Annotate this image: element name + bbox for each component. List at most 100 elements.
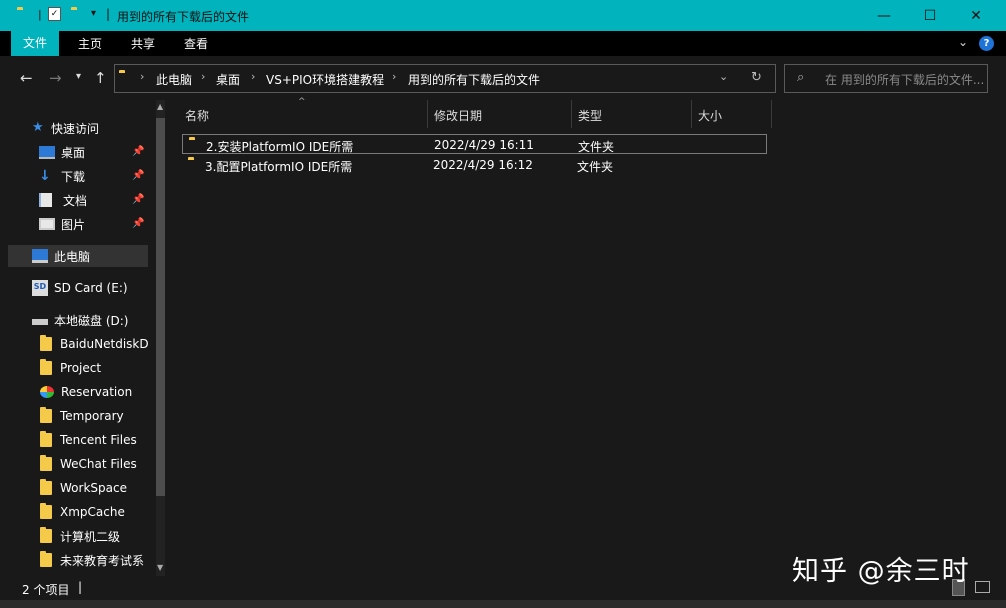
column-divider[interactable] — [691, 100, 692, 128]
forward-arrow-icon[interactable]: → — [49, 69, 62, 87]
scroll-down-icon[interactable]: ▼ — [157, 563, 163, 572]
table-row[interactable]: 2.安装PlatformIO IDE所需 2022/4/29 16:11 文件夹 — [182, 134, 767, 154]
minimize-icon: — — [877, 7, 891, 24]
scroll-up-icon[interactable]: ▲ — [157, 102, 163, 111]
sidebar-item-folder[interactable]: WeChat Files — [40, 453, 165, 475]
column-header-name[interactable]: 名称 — [185, 107, 209, 124]
folder-icon — [40, 431, 52, 447]
divider-icon: | — [38, 8, 42, 21]
sidebar-item-label: Project — [60, 361, 102, 375]
recent-locations-icon[interactable]: ▾ — [76, 71, 81, 82]
column-divider[interactable] — [571, 100, 572, 128]
divider-icon: | — [106, 7, 111, 21]
taskbar-strip — [0, 600, 1006, 608]
title-bar: | ✓ ▾ | 用到的所有下载后的文件 — ☐ ✕ — [0, 0, 1006, 31]
up-arrow-icon[interactable]: ↑ — [94, 69, 107, 87]
file-list: ^ 名称 修改日期 类型 大小 2.安装PlatformIO IDE所需 202… — [165, 97, 1006, 576]
search-icon: ⌕ — [797, 70, 805, 85]
file-date: 2022/4/29 16:11 — [434, 138, 534, 152]
close-icon: ✕ — [970, 7, 982, 24]
search-box[interactable]: ⌕ 在 用到的所有下载后的文件... — [784, 64, 988, 93]
expand-ribbon-icon[interactable]: ⌄ — [958, 35, 968, 49]
sidebar-item-quick-access[interactable]: ★ 快速访问 — [32, 117, 165, 139]
tab-file[interactable]: 文件 — [11, 31, 60, 56]
refresh-icon[interactable]: ↻ — [751, 70, 762, 85]
column-header-type[interactable]: 类型 — [578, 107, 602, 124]
sidebar-item-folder[interactable]: Reservation — [40, 381, 165, 403]
pin-icon[interactable]: 📌 — [132, 170, 144, 181]
sidebar-item-local-disk[interactable]: 本地磁盘 (D:) — [32, 309, 165, 331]
pin-icon[interactable]: 📌 — [132, 218, 144, 229]
breadcrumb-tutorial[interactable]: VS+PIO环境搭建教程 — [266, 71, 384, 88]
chevron-right-icon[interactable]: › — [392, 70, 396, 83]
sidebar-item-folder[interactable]: WorkSpace — [40, 477, 165, 499]
file-type: 文件夹 — [578, 140, 615, 154]
folder-icon — [40, 335, 52, 351]
column-divider[interactable] — [427, 100, 428, 128]
sidebar-item-folder[interactable]: Project — [40, 357, 165, 379]
sidebar-item-label: 此电脑 — [54, 249, 91, 264]
chevron-right-icon[interactable]: › — [251, 70, 255, 83]
sidebar-item-label: WorkSpace — [60, 481, 127, 495]
breadcrumb-desktop[interactable]: 桌面 — [216, 71, 240, 88]
help-icon[interactable]: ? — [979, 36, 994, 51]
sidebar-item-pictures[interactable]: 图片 — [39, 213, 165, 235]
ribbon: 文件 主页 共享 查看 ⌄ ? — [0, 31, 1006, 56]
minimize-button[interactable]: — — [861, 0, 907, 31]
address-dropdown-icon[interactable]: ⌄ — [719, 70, 728, 83]
chevron-right-icon[interactable]: › — [140, 70, 144, 83]
star-icon: ★ — [32, 120, 44, 135]
status-separator: | — [78, 580, 83, 594]
column-header-size[interactable]: 大小 — [698, 107, 722, 124]
sidebar-item-label: 未来教育考试系 — [60, 553, 145, 568]
file-date: 2022/4/29 16:12 — [433, 158, 533, 172]
breadcrumb-this-pc[interactable]: 此电脑 — [156, 71, 192, 88]
tab-share[interactable]: 共享 — [131, 35, 155, 52]
file-name: 3.配置PlatformIO IDE所需 — [205, 160, 353, 174]
drive-icon — [32, 319, 48, 325]
sidebar-item-sd-card[interactable]: SD SD Card (E:) — [32, 277, 165, 299]
close-button[interactable]: ✕ — [953, 0, 999, 31]
sidebar-item-label: Temporary — [60, 409, 124, 423]
sidebar-item-folder[interactable]: Temporary — [40, 405, 165, 427]
file-type: 文件夹 — [577, 160, 614, 174]
breadcrumb-current[interactable]: 用到的所有下载后的文件 — [408, 71, 540, 88]
folder-icon — [40, 359, 52, 375]
back-arrow-icon[interactable]: ← — [20, 69, 33, 87]
large-icons-view-icon[interactable] — [975, 581, 990, 593]
sidebar-item-label: Tencent Files — [60, 433, 137, 447]
table-row[interactable]: 3.配置PlatformIO IDE所需 2022/4/29 16:12 文件夹 — [182, 155, 767, 175]
navigation-pane: ★ 快速访问 桌面 📌 ↓ 下载 📌 文档 📌 图片 📌 此电脑 SD SD C… — [8, 100, 165, 576]
sidebar-item-folder[interactable]: XmpCache — [40, 501, 165, 523]
sidebar-item-folder[interactable]: 未来教育考试系 — [40, 549, 148, 571]
sidebar-item-desktop[interactable]: 桌面 — [39, 141, 165, 163]
sidebar-item-folder[interactable]: BaiduNetdiskD — [40, 333, 165, 355]
pin-icon[interactable]: 📌 — [132, 194, 144, 205]
sidebar-scrollbar-thumb[interactable] — [156, 118, 165, 496]
pin-icon[interactable]: 📌 — [132, 146, 144, 157]
file-name: 2.安装PlatformIO IDE所需 — [206, 140, 354, 154]
tab-view[interactable]: 查看 — [184, 35, 208, 52]
sidebar-item-label: 图片 — [61, 217, 86, 232]
chevron-right-icon[interactable]: › — [201, 70, 205, 83]
maximize-button[interactable]: ☐ — [907, 0, 953, 31]
sidebar-item-folder[interactable]: 计算机二级 — [40, 525, 165, 547]
address-bar[interactable]: › 此电脑 › 桌面 › VS+PIO环境搭建教程 › 用到的所有下载后的文件 … — [114, 64, 776, 93]
sidebar-item-label: 本地磁盘 (D:) — [54, 313, 129, 328]
navigation-bar: ← → ▾ ↑ › 此电脑 › 桌面 › VS+PIO环境搭建教程 › 用到的所… — [0, 56, 1006, 100]
column-header-date[interactable]: 修改日期 — [434, 107, 482, 124]
sidebar-item-documents[interactable]: 文档 — [39, 189, 165, 211]
sidebar-item-label: XmpCache — [60, 505, 125, 519]
column-divider[interactable] — [771, 100, 772, 128]
sidebar-item-this-pc[interactable]: 此电脑 — [8, 245, 148, 267]
sidebar-item-downloads[interactable]: ↓ 下载 — [39, 165, 165, 187]
properties-icon[interactable]: ✓ — [48, 7, 61, 21]
customize-quick-access-icon[interactable]: ▾ — [91, 8, 96, 19]
tab-home[interactable]: 主页 — [78, 35, 102, 52]
sidebar-item-label: 下载 — [61, 169, 86, 184]
watermark: 知乎 @余三时 — [792, 556, 970, 587]
folder-icon — [40, 527, 52, 543]
sidebar-item-label: Reservation — [61, 385, 133, 399]
sidebar-item-folder[interactable]: Tencent Files — [40, 429, 165, 451]
sd-card-icon: SD — [32, 280, 48, 296]
